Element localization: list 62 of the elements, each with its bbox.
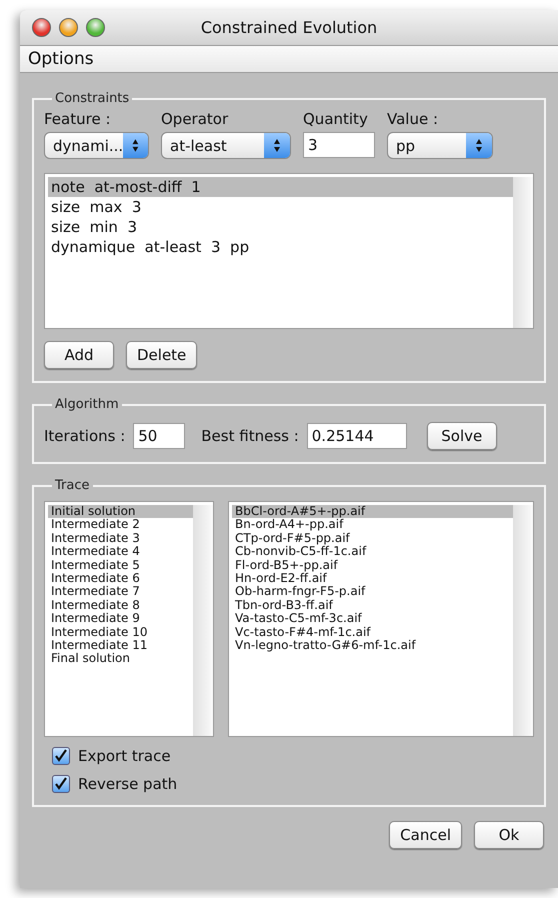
- step-row[interactable]: Intermediate 10: [48, 626, 193, 640]
- quantity-field[interactable]: 3: [303, 132, 375, 158]
- file-row[interactable]: Bn-ord-A4+-pp.aif: [232, 518, 513, 532]
- step-row[interactable]: Intermediate 3: [48, 532, 193, 546]
- solve-button[interactable]: Solve: [426, 422, 497, 450]
- step-row[interactable]: Intermediate 5: [48, 558, 193, 572]
- file-row[interactable]: Hn-ord-E2-ff.aif: [232, 572, 513, 586]
- field-label: Iterations :: [44, 427, 126, 445]
- step-row[interactable]: Final solution: [48, 652, 193, 666]
- file-row[interactable]: Vn-legno-tratto-G#6-mf-1c.aif: [232, 639, 513, 652]
- field-label: Feature :: [44, 110, 112, 128]
- field-label: Value :: [387, 110, 440, 128]
- constraint-row[interactable]: dynamique at-least 3 pp: [48, 237, 513, 257]
- field-label: Operator: [161, 110, 230, 128]
- dropdown[interactable]: dynami...: [44, 132, 149, 159]
- group-title: Constraints: [54, 91, 130, 106]
- stepper-arrows-icon[interactable]: [466, 133, 492, 158]
- step-row[interactable]: Intermediate 6: [48, 572, 193, 586]
- checkbox[interactable]: [52, 775, 70, 793]
- field-label: Best fitness :: [201, 427, 299, 445]
- zoom-button[interactable]: [86, 18, 105, 37]
- scrollbar[interactable]: [513, 505, 533, 736]
- stepper-arrows-icon[interactable]: [123, 133, 148, 158]
- group-title: Trace: [54, 478, 90, 493]
- file-row[interactable]: Ob-harm-fngr-F5-p.aif: [232, 585, 513, 599]
- file-row[interactable]: Vc-tasto-F#4-mf-1c.aif: [232, 626, 513, 640]
- dropdown[interactable]: at-least: [161, 132, 291, 159]
- file-row[interactable]: Fl-ord-B5+-pp.aif: [232, 558, 513, 572]
- step-row[interactable]: Intermediate 2: [48, 518, 193, 532]
- file-row[interactable]: CTp-ord-F#5-pp.aif: [232, 532, 513, 546]
- dropdown[interactable]: pp: [387, 132, 493, 159]
- step-row[interactable]: Intermediate 9: [48, 612, 193, 626]
- menu-item[interactable]: Options: [28, 49, 94, 69]
- delete-button[interactable]: Delete: [126, 341, 198, 369]
- stepper-arrows-icon[interactable]: [264, 133, 290, 158]
- fitness-field[interactable]: 0.25144: [306, 423, 407, 449]
- file-row[interactable]: BbCl-ord-A#5+-pp.aif: [232, 505, 513, 518]
- step-row[interactable]: Intermediate 7: [48, 585, 193, 599]
- constraint-row[interactable]: note at-most-diff 1: [48, 177, 513, 197]
- constraint-row[interactable]: size min 3: [48, 217, 513, 237]
- iterations-field[interactable]: 50: [133, 423, 186, 449]
- cancel-button[interactable]: Cancel: [389, 821, 462, 849]
- checkbox[interactable]: [52, 747, 70, 765]
- constraint-row[interactable]: size max 3: [48, 197, 513, 217]
- close-button[interactable]: [32, 18, 51, 37]
- scrollbar[interactable]: [193, 505, 213, 736]
- add-button[interactable]: Add: [44, 341, 114, 369]
- group-title: Algorithm: [54, 397, 120, 412]
- window-title: Constrained Evolution: [200, 18, 378, 37]
- file-row[interactable]: Cb-nonvib-C5-ff-1c.aif: [232, 545, 513, 559]
- checkbox-label: Reverse path: [78, 775, 178, 793]
- step-row[interactable]: Intermediate 8: [48, 598, 193, 612]
- file-row[interactable]: Va-tasto-C5-mf-3c.aif: [232, 612, 513, 626]
- step-row[interactable]: Initial solution: [48, 505, 193, 518]
- minimize-button[interactable]: [59, 18, 78, 37]
- step-row[interactable]: Intermediate 4: [48, 545, 193, 559]
- file-row[interactable]: Tbn-ord-B3-ff.aif: [232, 598, 513, 612]
- scrollbar[interactable]: [513, 177, 533, 328]
- ok-button[interactable]: Ok: [474, 821, 544, 849]
- checkbox-label: Export trace: [78, 747, 171, 765]
- field-label: Quantity: [303, 110, 369, 128]
- step-row[interactable]: Intermediate 11: [48, 639, 193, 652]
